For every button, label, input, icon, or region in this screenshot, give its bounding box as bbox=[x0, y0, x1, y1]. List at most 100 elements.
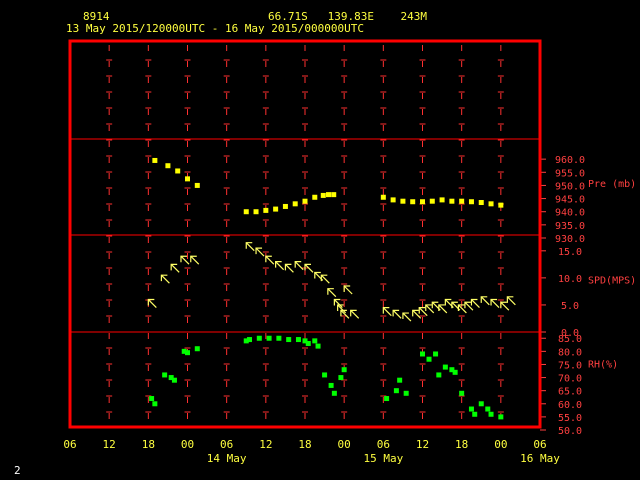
pressure-point bbox=[194, 182, 200, 188]
pressure-point bbox=[488, 201, 494, 207]
wind-arrow bbox=[470, 298, 480, 308]
pressure-point bbox=[410, 199, 416, 205]
day-label: 15 May bbox=[363, 452, 403, 465]
rh-point bbox=[276, 335, 282, 341]
panel-label-rh: RH(%) bbox=[588, 360, 618, 371]
rh-point bbox=[341, 367, 347, 373]
pressure-point bbox=[282, 203, 288, 209]
x-tick-label: 18 bbox=[298, 438, 311, 451]
y-tick-label: 70.0 bbox=[558, 374, 582, 385]
rh-point bbox=[433, 351, 439, 357]
pressure-point bbox=[429, 198, 435, 204]
pressure-point bbox=[420, 199, 425, 205]
pressure-point bbox=[165, 163, 171, 169]
rh-point bbox=[286, 337, 292, 343]
rh-point bbox=[194, 346, 200, 352]
x-tick-label: 18 bbox=[455, 438, 468, 451]
rh-point bbox=[185, 350, 190, 356]
pressure-point bbox=[302, 198, 308, 204]
rh-point bbox=[478, 401, 484, 407]
wind-arrow bbox=[160, 274, 170, 284]
rh-point bbox=[393, 388, 399, 394]
rh-point bbox=[384, 396, 390, 402]
y-tick-label: 955.0 bbox=[555, 168, 585, 179]
rh-point bbox=[305, 340, 311, 346]
y-tick-label: 960.0 bbox=[555, 155, 585, 166]
x-tick-label: 18 bbox=[142, 438, 155, 451]
rh-point bbox=[338, 375, 344, 381]
pressure-point bbox=[292, 201, 298, 207]
rh-point bbox=[442, 364, 448, 370]
y-tick-label: 85.0 bbox=[558, 334, 582, 345]
wind-arrow bbox=[327, 288, 337, 298]
wind-arrow bbox=[392, 309, 402, 319]
rh-point bbox=[149, 396, 155, 402]
pressure-point bbox=[468, 199, 474, 205]
x-tick-label: 12 bbox=[103, 438, 116, 451]
day-label: 16 May bbox=[520, 452, 560, 465]
wind-arrow bbox=[350, 309, 360, 319]
pressure-point bbox=[185, 176, 190, 182]
rh-point bbox=[459, 390, 465, 396]
y-tick-label: 50.0 bbox=[558, 426, 582, 437]
wind-arrow bbox=[320, 274, 330, 284]
x-tick-label: 00 bbox=[181, 438, 194, 451]
y-tick-label: 5.0 bbox=[561, 301, 579, 312]
axis-pressure: 960.0 955.0 950.0 945.0 940.0 935.0 930.0 bbox=[540, 155, 585, 245]
y-tick-label: 930.0 bbox=[555, 234, 585, 245]
x-tick-label: 06 bbox=[533, 438, 546, 451]
day-label: 14 May bbox=[207, 452, 247, 465]
x-tick-label: 00 bbox=[494, 438, 507, 451]
rh-point bbox=[498, 414, 504, 420]
pressure-point bbox=[263, 207, 269, 213]
pressure-point bbox=[326, 192, 331, 198]
pressure-point bbox=[400, 198, 406, 204]
rh-point bbox=[328, 382, 334, 388]
wind-arrow bbox=[284, 263, 294, 273]
wind-arrow bbox=[190, 255, 200, 265]
pressure-point bbox=[243, 209, 249, 215]
rh-point bbox=[322, 372, 328, 378]
rh-point bbox=[152, 401, 158, 407]
wind-arrow bbox=[245, 242, 255, 252]
axis-rh: 85.0 80.0 75.0 70.0 65.0 60.0 55.0 50.0 bbox=[540, 334, 582, 437]
rh-point bbox=[331, 390, 337, 396]
y-tick-label: 945.0 bbox=[555, 195, 585, 206]
y-tick-label: 75.0 bbox=[558, 360, 582, 371]
y-tick-label: 60.0 bbox=[558, 400, 582, 411]
x-tick-label: 12 bbox=[416, 438, 429, 451]
pressure-point bbox=[390, 197, 396, 203]
x-tick-label: 06 bbox=[377, 438, 390, 451]
rh-point bbox=[436, 372, 442, 378]
y-tick-label: 10.0 bbox=[558, 274, 582, 285]
rh-point bbox=[247, 337, 253, 343]
wind-arrow bbox=[438, 304, 448, 314]
rh-point bbox=[468, 406, 474, 412]
pressure-point bbox=[380, 194, 386, 200]
rh-point bbox=[452, 369, 458, 375]
pressure-point bbox=[175, 168, 181, 174]
rh-point bbox=[266, 335, 272, 341]
wind-arrow bbox=[147, 298, 157, 308]
pressure-point bbox=[449, 198, 455, 204]
wind-arrow bbox=[294, 261, 304, 271]
y-tick-label: 65.0 bbox=[558, 387, 582, 398]
rh-point bbox=[315, 343, 321, 349]
wind-arrow bbox=[500, 301, 510, 311]
wind-arrow bbox=[402, 312, 412, 322]
rh-point bbox=[397, 377, 403, 383]
rh-point bbox=[403, 390, 409, 396]
wind-arrow bbox=[170, 263, 180, 273]
pressure-point bbox=[253, 209, 259, 215]
rh-point bbox=[312, 338, 318, 344]
wind-arrow bbox=[382, 307, 392, 317]
meteogram-plot: 960.0 955.0 950.0 945.0 940.0 935.0 930.0 Pre (… bbox=[63, 39, 636, 465]
rh-point bbox=[485, 406, 491, 412]
pressure-point bbox=[478, 200, 484, 206]
x-tick-label: 00 bbox=[338, 438, 351, 451]
y-tick-label: 55.0 bbox=[558, 413, 582, 424]
pressure-point bbox=[273, 206, 279, 212]
rh-point bbox=[256, 335, 262, 341]
pressure-point bbox=[312, 194, 318, 200]
pressure-point bbox=[459, 198, 465, 204]
